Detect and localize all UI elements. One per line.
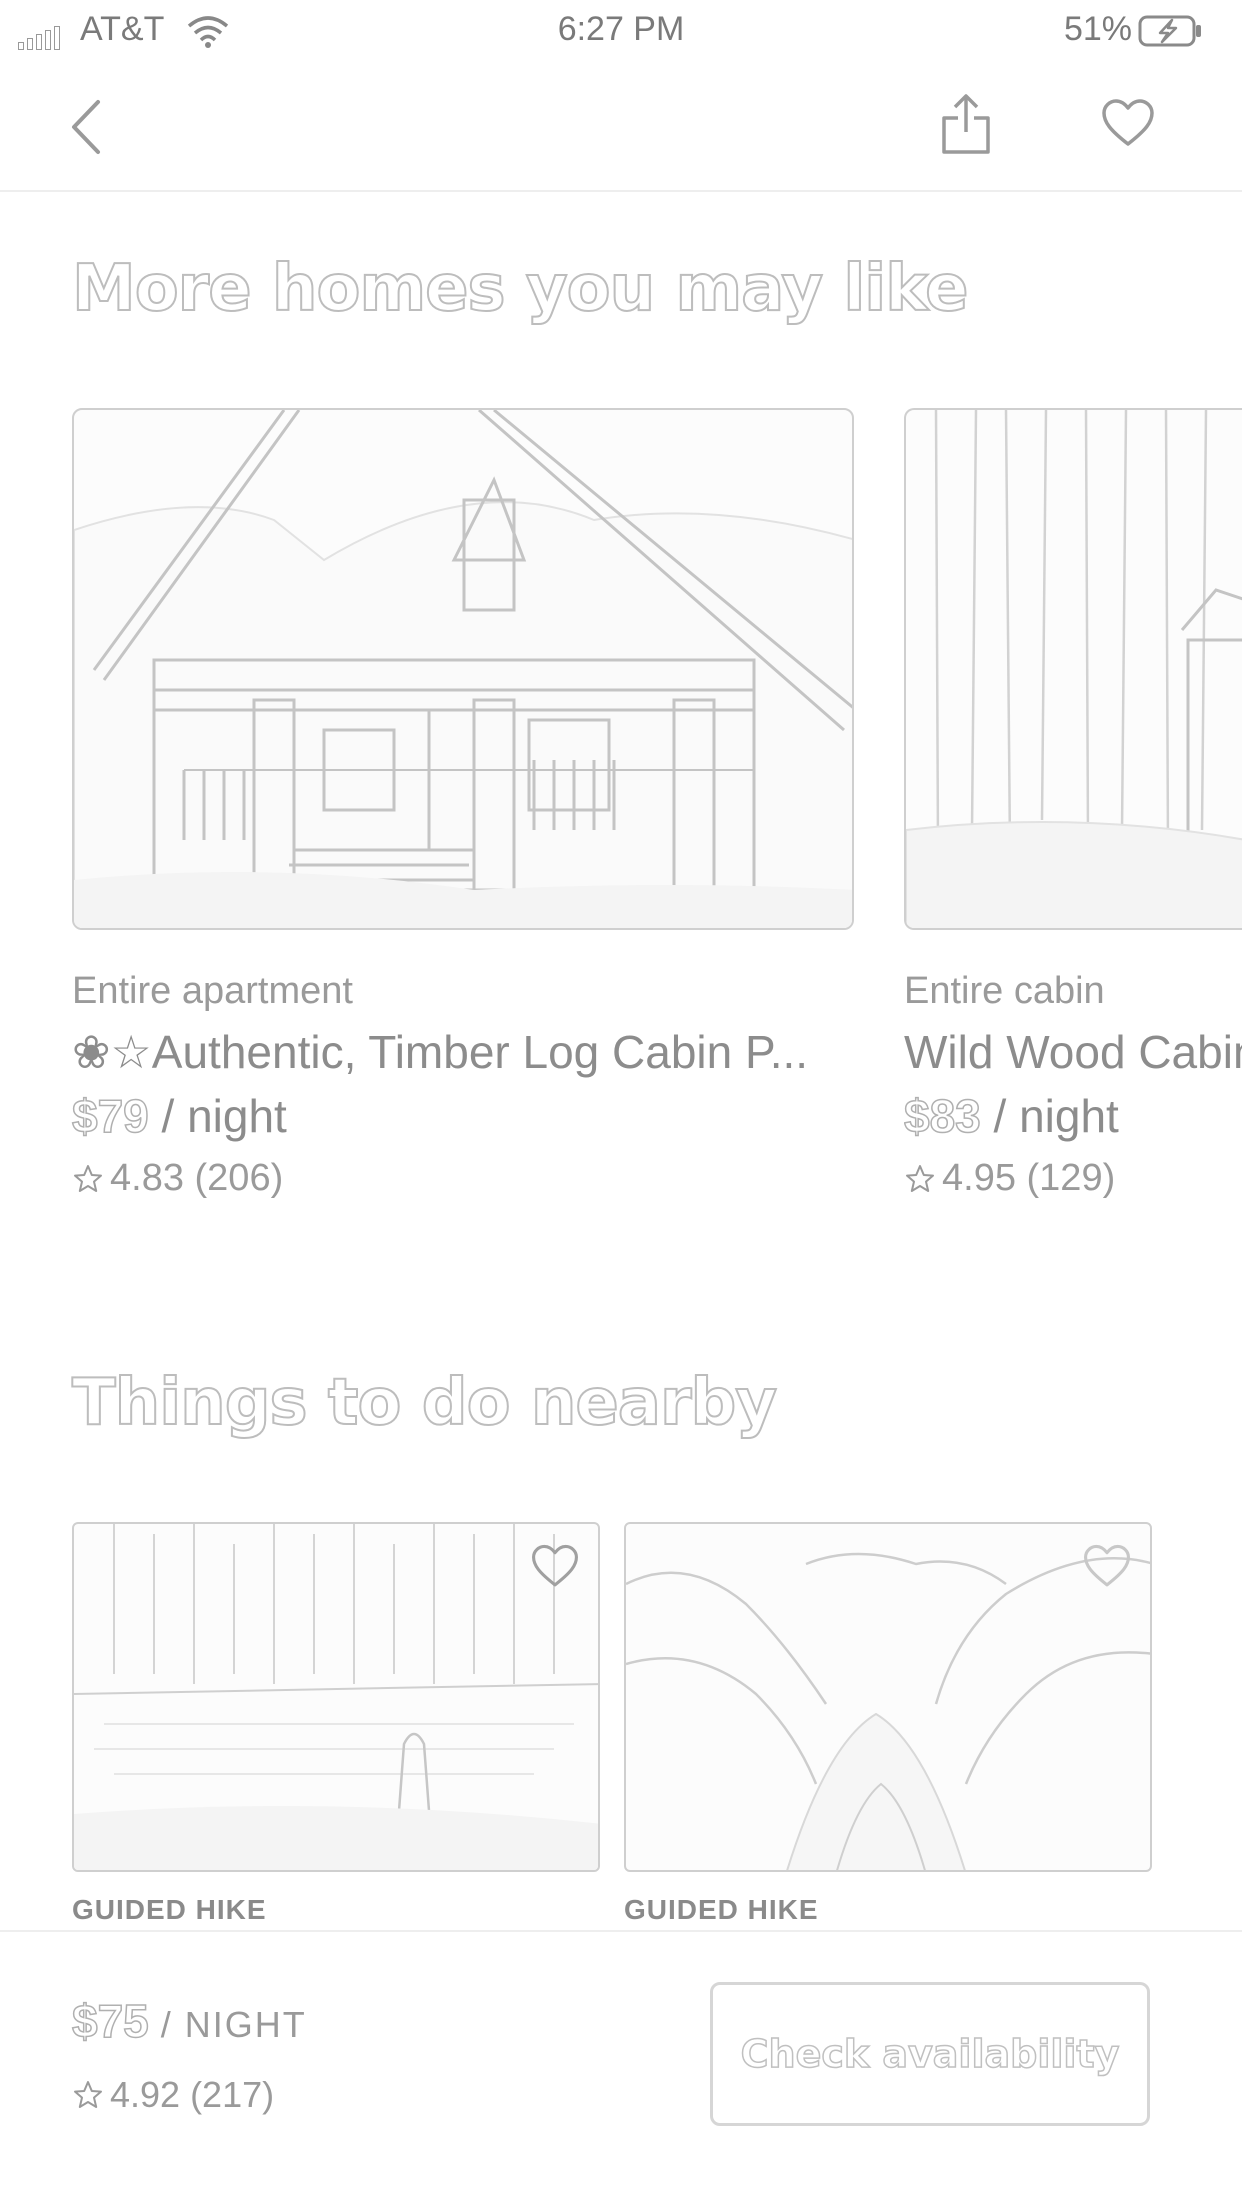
heart-icon[interactable] <box>1100 96 1156 152</box>
star-icon <box>74 1164 102 1192</box>
experience-card[interactable]: GUIDED HIKE <box>72 1522 600 1926</box>
log-cabin-photo <box>72 408 854 930</box>
heart-icon[interactable] <box>1082 1542 1132 1592</box>
section-title-things: Things to do nearby <box>71 1365 778 1441</box>
rating-value: 4.83 (206) <box>110 1157 284 1199</box>
share-icon[interactable] <box>936 90 996 160</box>
nav-bar <box>0 60 1242 192</box>
battery-percent: 51% <box>1063 10 1132 48</box>
forest-cabin-photo <box>904 408 1242 930</box>
rating-value: 4.95 (129) <box>942 1157 1116 1199</box>
price-unit: / night <box>148 1090 287 1142</box>
price-unit: / NIGHT <box>148 2004 307 2045</box>
check-availability-button[interactable]: Check availability <box>710 1982 1150 2126</box>
listing-rating: 4.92 (217) <box>72 2074 274 2116</box>
price-unit: / night <box>980 1090 1119 1142</box>
experience-card[interactable]: GUIDED HIKE <box>624 1522 1152 1926</box>
home-card[interactable]: Entire apartment ❀☆Authentic, Timber Log… <box>71 408 854 1200</box>
section-title-homes: More homes you may like <box>71 251 969 327</box>
status-time: 6:27 PM <box>557 10 685 48</box>
price-amount: $83 <box>904 1089 981 1143</box>
home-rating: 4.83 (206) <box>72 1157 854 1200</box>
star-icon <box>906 1164 934 1192</box>
experience-category: GUIDED HIKE <box>624 1894 819 1925</box>
battery-icon <box>1138 15 1201 47</box>
booking-bar: $75 / NIGHT 4.92 (217) Check availabilit… <box>0 1930 1242 2208</box>
status-bar: AT&T 6:27 PM 51% <box>0 0 1242 60</box>
home-price: $83 / night <box>904 1089 1242 1143</box>
home-rating: 4.95 (129) <box>904 1157 1242 1200</box>
nightly-price: $75 / NIGHT <box>71 1994 307 2048</box>
star-icon <box>74 2081 102 2108</box>
listing-page: AT&T 6:27 PM 51% More homes you may like… <box>0 0 1242 2208</box>
heart-icon[interactable] <box>530 1542 580 1592</box>
home-name[interactable]: ❀☆Authentic, Timber Log Cabin P... <box>72 1025 854 1079</box>
price-amount: $75 <box>71 1994 149 2048</box>
home-type: Entire apartment <box>72 970 353 1012</box>
home-card[interactable]: Entire cabin Wild Wood Cabin $83 / night… <box>904 408 1242 1200</box>
home-price: $79 / night <box>71 1089 854 1143</box>
rating-value: 4.92 (217) <box>110 2074 275 2115</box>
home-type: Entire cabin <box>904 970 1105 1012</box>
chevron-left-icon[interactable] <box>60 92 120 162</box>
lake-forest-photo <box>72 1522 600 1872</box>
experience-category: GUIDED HIKE <box>72 1894 267 1925</box>
mountain-valley-photo <box>624 1522 1152 1872</box>
price-amount: $79 <box>71 1089 149 1143</box>
home-name[interactable]: Wild Wood Cabin <box>904 1025 1242 1079</box>
